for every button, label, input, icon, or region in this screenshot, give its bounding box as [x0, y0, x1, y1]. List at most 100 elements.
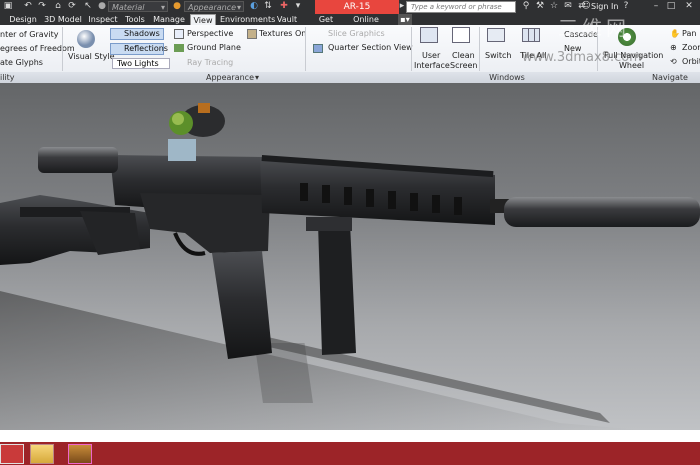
textures-button[interactable]: Textures On	[259, 29, 306, 39]
watermark-line-2: www.3dmax8.com	[522, 50, 642, 65]
user-interface-label-2[interactable]: Interface	[414, 61, 450, 71]
document-title: AR-15	[315, 0, 399, 14]
sight-mount	[168, 139, 196, 161]
ray-tracing-button[interactable]: Ray Tracing	[187, 58, 233, 68]
appearance-panel-expand-icon[interactable]: ▾	[252, 72, 262, 83]
reflections-button[interactable]: Reflections	[110, 43, 168, 55]
tools-icon[interactable]: ⚒	[534, 1, 546, 12]
left-suppressor	[38, 147, 118, 173]
switch-icon	[487, 28, 505, 42]
watermark-line-1: 三维网	[558, 16, 630, 40]
clear-icon[interactable]: ◐	[248, 1, 260, 12]
ribbon-options-icon[interactable]: ▪▾	[398, 14, 412, 25]
separator	[479, 27, 480, 71]
update-icon[interactable]: ⟳	[66, 1, 78, 12]
foregrip-mount	[306, 217, 352, 231]
user-interface-label-1[interactable]: User	[422, 51, 440, 61]
search-input[interactable]: Type a keyword or phrase	[406, 1, 516, 13]
star-icon[interactable]: ☆	[548, 1, 560, 12]
degrees-of-freedom-toggle[interactable]: egrees of Freedom	[0, 44, 75, 54]
app-menu-icon[interactable]: ▣	[2, 1, 14, 12]
quarter-section-view-button[interactable]: Quarter Section View	[328, 43, 413, 53]
tab-design[interactable]: Design	[8, 14, 38, 25]
tab-online[interactable]: Online	[352, 14, 380, 25]
close-icon[interactable]: ✕	[683, 1, 695, 12]
clean-screen-label-2[interactable]: Screen	[450, 61, 478, 71]
sight-lens-highlight	[172, 113, 184, 125]
appearance-dropdown[interactable]: Appearance ▾	[184, 1, 244, 12]
tab-3d-model[interactable]: 3D Model	[42, 14, 84, 25]
visibility-panel-label[interactable]: ility	[0, 72, 15, 83]
graphics-viewport[interactable]	[0, 83, 700, 430]
slice-graphics-button[interactable]: Slice Graphics	[328, 29, 385, 39]
lighting-label: Two Lights	[117, 59, 159, 68]
watermark-url: www.3dmax8.com	[522, 50, 642, 65]
undo-icon[interactable]: ↶	[22, 1, 34, 12]
tab-get-started[interactable]: Get Started	[304, 14, 348, 35]
add-icon[interactable]: ✚	[278, 1, 290, 12]
material-label: Material	[112, 3, 145, 12]
start-button[interactable]	[0, 444, 24, 464]
center-of-gravity-toggle[interactable]: nter of Gravity	[0, 30, 58, 40]
material-dropdown[interactable]: Material ▾	[108, 1, 168, 12]
tab-manage[interactable]: Manage	[152, 14, 186, 25]
tab-view[interactable]: View	[190, 14, 216, 25]
lighting-dropdown[interactable]: Two Lights	[112, 58, 170, 69]
orbit-icon: ⟲	[670, 57, 677, 66]
ground-reflection	[0, 291, 640, 430]
perspective-button[interactable]: Perspective	[187, 29, 233, 39]
file-explorer-icon[interactable]	[30, 444, 54, 464]
user-interface-icon	[420, 27, 438, 43]
adjust-icon[interactable]: ⇅	[262, 1, 274, 12]
sign-in-link[interactable]: Sign In	[591, 2, 618, 12]
home-icon[interactable]: ⌂	[52, 1, 64, 12]
watermark-text: 三维网	[558, 12, 630, 41]
minimize-icon[interactable]: –	[650, 1, 662, 12]
appearance-label: Appearance	[188, 3, 237, 12]
shadows-label: Shadows	[124, 29, 160, 38]
reflections-label: Reflections	[124, 44, 168, 53]
lower-receiver	[140, 193, 270, 253]
rifle-model-render	[0, 103, 700, 430]
pan-button[interactable]: Pan	[682, 29, 696, 39]
tab-environments[interactable]: Environments	[220, 14, 275, 25]
appearance-sphere-icon: ●	[173, 1, 181, 11]
select-icon[interactable]: ↖	[82, 1, 94, 12]
windows-panel-label[interactable]: Windows	[482, 72, 532, 83]
help-icon[interactable]: ?	[620, 1, 632, 12]
tab-tools[interactable]: Tools	[122, 14, 148, 25]
communication-icon[interactable]: ✉	[562, 1, 574, 12]
tile-all-icon	[522, 28, 540, 42]
customize-icon[interactable]: ▾	[292, 1, 304, 12]
material-sphere-icon: ●	[98, 1, 106, 11]
ground-plane-button[interactable]: Ground Plane	[187, 43, 241, 53]
expand-arrow-icon[interactable]: ▸	[398, 1, 406, 12]
sight-turret	[198, 103, 210, 113]
zoom-button[interactable]: Zoom	[682, 43, 700, 53]
perspective-icon	[174, 29, 184, 39]
visual-style-label: Visual Style	[68, 52, 115, 61]
zoom-icon: ⊕	[670, 43, 677, 52]
taskbar	[0, 442, 700, 465]
quarter-section-icon	[313, 44, 323, 53]
inventor-taskbar-icon[interactable]	[68, 444, 92, 464]
separator	[62, 27, 63, 71]
magazine	[212, 251, 272, 359]
binoculars-icon[interactable]: ⚲	[520, 1, 532, 12]
appearance-panel-label[interactable]: Appearance	[200, 72, 260, 83]
shadows-button[interactable]: Shadows	[110, 28, 164, 40]
navigate-panel-label[interactable]: Navigate	[645, 72, 695, 83]
clean-screen-label-1[interactable]: Clean	[452, 51, 475, 61]
tab-vault[interactable]: Vault	[274, 14, 300, 25]
separator	[411, 27, 412, 71]
suppressor	[504, 197, 700, 227]
switch-button[interactable]: Switch	[485, 51, 511, 61]
redo-icon[interactable]: ↷	[36, 1, 48, 12]
maximize-icon[interactable]: □	[665, 1, 677, 12]
tab-inspect[interactable]: Inspect	[88, 14, 118, 25]
orbit-button[interactable]: Orbit	[682, 57, 700, 67]
annotate-glyphs-toggle[interactable]: ate Glyphs	[0, 58, 43, 68]
ground-plane-icon	[174, 44, 184, 52]
visual-style-button[interactable]: Visual Style	[66, 28, 115, 68]
clean-screen-icon	[452, 27, 470, 43]
